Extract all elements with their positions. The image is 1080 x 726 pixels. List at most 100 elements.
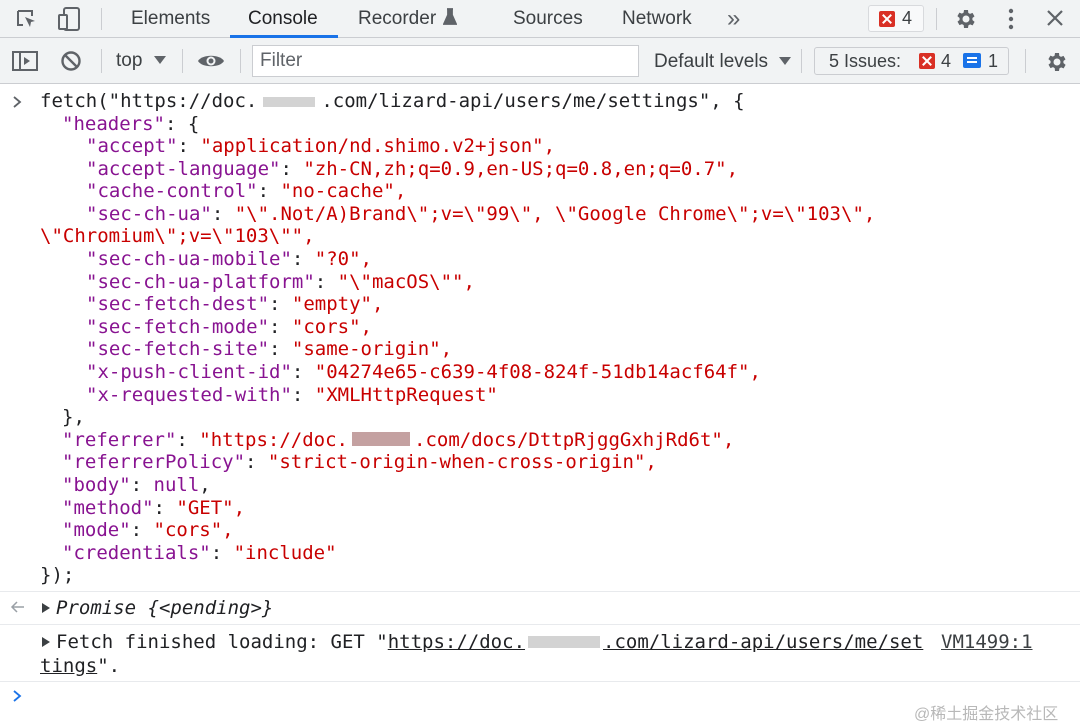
headers-open-line: "headers": { [62, 113, 200, 135]
error-icon [879, 11, 895, 27]
toolbar-divider [1025, 49, 1026, 73]
fetch-call-end: .com/lizard-api/users/me/settings", { [321, 90, 745, 112]
mode-line: "mode": "cors", [62, 519, 234, 541]
header-line-wrap: \"Chromium\";v=\"103\"", [40, 225, 315, 247]
header-value-continued: \"Chromium\";v=\"103\"", [40, 225, 315, 247]
header-key: "x-requested-with" [86, 384, 292, 406]
header-key: "accept-language" [86, 158, 281, 180]
tab-network[interactable]: Network [622, 0, 692, 37]
more-options-icon[interactable] [1004, 7, 1018, 31]
header-value: "same-origin", [291, 338, 453, 360]
referrer-policy-line: "referrerPolicy": "strict-origin-when-cr… [62, 451, 657, 473]
error-icon [919, 53, 935, 69]
context-selector[interactable]: top [116, 48, 166, 74]
referrer-key: "referrer" [62, 429, 177, 451]
promise-label: Promise [56, 597, 137, 619]
device-toolbar-icon[interactable] [57, 6, 83, 32]
header-line: "accept": "application/nd.shimo.v2+json"… [86, 135, 556, 157]
live-expression-eye-icon[interactable] [197, 53, 225, 69]
settings-gear-icon[interactable] [953, 7, 977, 31]
redacted-text [352, 432, 410, 446]
dropdown-arrow-icon [779, 57, 792, 65]
header-line: "sec-ch-ua": "\".Not/A)Brand\";v=\"99\",… [86, 203, 876, 225]
header-value: "04274e65-c639-4f08-824f-51db14acf64f", [314, 361, 761, 383]
close-icon[interactable] [1046, 9, 1064, 27]
header-key: "sec-ch-ua-mobile" [86, 248, 292, 270]
expand-triangle-icon[interactable] [42, 603, 50, 613]
credentials-value: "include" [233, 542, 337, 564]
header-key: "accept" [86, 135, 178, 157]
header-key: "sec-fetch-site" [86, 338, 270, 360]
header-value: "?0", [314, 248, 372, 270]
console-input[interactable] [40, 688, 900, 712]
redacted-text [528, 636, 601, 648]
issues-button[interactable]: 5 Issues: 4 1 [814, 47, 1009, 75]
clear-console-icon[interactable] [60, 50, 82, 72]
header-line: "sec-fetch-mode": "cors", [86, 316, 372, 338]
header-line: "sec-fetch-dest": "empty", [86, 293, 384, 315]
body-value: null [153, 474, 200, 496]
info-icon [963, 53, 981, 68]
header-value: "zh-CN,zh;q=0.9,en-US;q=0.8,en;q=0.7", [303, 158, 739, 180]
fetch-log-url-end[interactable]: .com/lizard-api/users/me/set [603, 631, 923, 653]
header-line: "accept-language": "zh-CN,zh;q=0.9,en-US… [86, 158, 739, 180]
input-prompt-chevron-icon [13, 96, 22, 108]
tab-recorder-label: Recorder [358, 8, 437, 29]
filter-input[interactable]: Filter [252, 45, 639, 77]
header-key: "cache-control" [86, 180, 258, 202]
header-line: "cache-control": "no-cache", [86, 180, 407, 202]
header-key: "sec-fetch-dest" [86, 293, 270, 315]
dropdown-arrow-icon [153, 56, 166, 64]
issues-error-count: 4 [941, 51, 952, 71]
watermark: @稀土掘金技术社区 [914, 706, 1059, 723]
toolbar-divider [240, 49, 241, 73]
header-value: "cors", [291, 316, 372, 338]
body-key: "body" [62, 474, 131, 496]
fetch-call-line: fetch("https://doc. .com/lizard-api/users… [40, 90, 745, 112]
header-value: "no-cache", [280, 180, 407, 202]
mode-key: "mode" [62, 519, 131, 541]
header-line: "sec-ch-ua-platform": "\"macOS\"", [86, 271, 475, 293]
fetch-log-url-tail[interactable]: tings [40, 655, 97, 677]
promise-state: {<pending>} [147, 597, 274, 619]
log-levels-dropdown[interactable]: Default levels [654, 49, 792, 75]
header-value: "\".Not/A)Brand\";v=\"99\", \"Google Chr… [234, 203, 876, 225]
tab-recorder[interactable]: Recorder [358, 0, 458, 37]
tab-console[interactable]: Console [248, 0, 318, 37]
fetch-log-url-start[interactable]: https://doc. [388, 631, 525, 653]
referrer-value-end: .com/docs/DttpRjggGxhjRd6t", [414, 429, 735, 451]
console-prompt-chevron-icon [13, 690, 22, 702]
fetch-close-line: }); [40, 564, 75, 586]
header-line: "sec-ch-ua-mobile": "?0", [86, 248, 372, 270]
toolbar-divider [101, 8, 102, 30]
header-key: "sec-ch-ua" [86, 203, 212, 225]
tab-elements[interactable]: Elements [131, 0, 210, 37]
headers-close-line: }, [62, 406, 85, 428]
console-settings-gear-icon[interactable] [1044, 50, 1068, 74]
mode-value: "cors", [153, 519, 234, 541]
source-location-link[interactable]: VM1499:1 [941, 631, 1033, 653]
issues-info-count: 1 [988, 51, 999, 71]
method-line: "method": "GET", [62, 497, 246, 519]
row-divider [0, 681, 1080, 682]
more-tabs-chevron-icon[interactable]: » [727, 0, 740, 37]
toolbar-divider [101, 49, 102, 73]
header-key: "sec-ch-ua-platform" [86, 271, 315, 293]
issues-label: 5 Issues: [829, 51, 902, 71]
tab-sources[interactable]: Sources [513, 0, 583, 37]
header-key: "sec-fetch-mode" [86, 316, 270, 338]
error-counter-button[interactable]: 4 [868, 5, 924, 32]
row-divider [0, 591, 1080, 592]
header-line: "sec-fetch-site": "same-origin", [86, 338, 453, 360]
context-label: top [116, 50, 143, 71]
referrer-line: "referrer": "https://doc. .com/docs/DttpR… [62, 429, 735, 451]
method-key: "method" [62, 497, 154, 519]
inspect-element-icon[interactable] [15, 8, 39, 30]
header-value: "\"macOS\"", [337, 271, 475, 293]
referrer-value-start: "https://doc. [199, 429, 348, 451]
header-line: "x-requested-with": "XMLHttpRequest" [86, 384, 498, 406]
promise-result[interactable]: Promise {<pending>} [56, 597, 273, 619]
expand-triangle-icon[interactable] [42, 637, 50, 647]
show-sidebar-icon[interactable] [12, 51, 38, 71]
fetch-log-wrap: tings". [40, 655, 120, 677]
